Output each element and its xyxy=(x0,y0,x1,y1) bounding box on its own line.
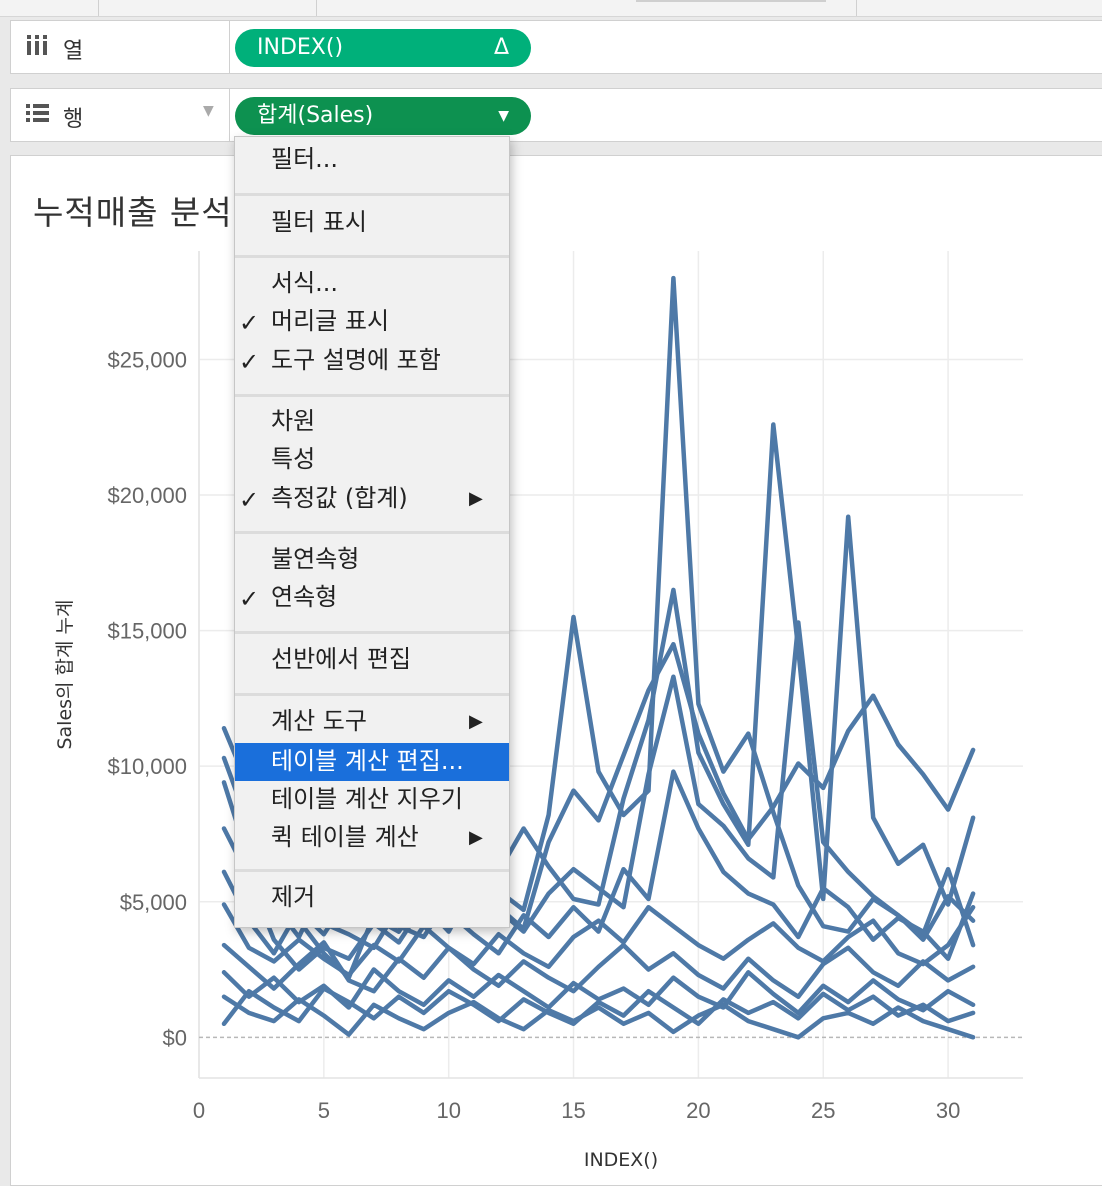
rows-shelf[interactable]: 행 ▼ 합계(Sales) ▼ xyxy=(10,88,1102,142)
x-tick-label: 25 xyxy=(811,1098,835,1123)
menu-item[interactable]: ✓ 머리글 표시 xyxy=(235,303,509,339)
toolbar-divider xyxy=(98,0,99,16)
menu-item-label: 측정값 (합계) xyxy=(271,484,408,512)
menu-item[interactable]: 테이블 계산 편집... xyxy=(235,743,509,781)
top-toolbar-strip xyxy=(0,0,1102,17)
x-axis-title: INDEX() xyxy=(584,1149,658,1171)
menu-item[interactable]: 불연속형 xyxy=(235,541,509,577)
checkmark-icon: ✓ xyxy=(239,486,260,514)
pill-dropdown-icon[interactable]: ▼ xyxy=(498,97,509,135)
menu-item[interactable]: 서식... xyxy=(235,265,509,301)
submenu-arrow-icon: ▶ xyxy=(469,827,483,848)
sum-sales-pill-label: 합계(Sales) xyxy=(257,103,374,128)
menu-item[interactable]: 테이블 계산 지우기 xyxy=(235,781,509,817)
menu-item[interactable]: 필터 표시 xyxy=(235,204,509,240)
checkmark-icon: ✓ xyxy=(239,585,260,613)
table-calc-delta-icon: Δ xyxy=(493,35,509,60)
menu-item-label: 특성 xyxy=(271,445,316,473)
menu-item[interactable]: 특성 xyxy=(235,441,509,477)
menu-item-label: 제거 xyxy=(271,883,316,911)
menu-item[interactable]: 차원 xyxy=(235,403,509,439)
menu-item-label: 계산 도구 xyxy=(271,707,367,735)
y-tick-label: $0 xyxy=(163,1025,187,1050)
menu-item-label: 필터... xyxy=(271,145,339,173)
menu-item[interactable]: 제거 xyxy=(235,879,509,915)
y-axis-title: Sales의 합계 누계 xyxy=(54,599,76,749)
menu-item-label: 필터 표시 xyxy=(271,208,367,236)
menu-separator xyxy=(235,631,509,634)
sum-sales-pill[interactable]: 합계(Sales) ▼ xyxy=(235,97,531,135)
checkmark-icon: ✓ xyxy=(239,309,260,337)
x-tick-label: 20 xyxy=(686,1098,710,1123)
y-tick-label: $10,000 xyxy=(107,754,187,779)
index-pill-label: INDEX() xyxy=(257,35,344,60)
menu-item-label: 테이블 계산 지우기 xyxy=(271,785,463,813)
rows-shelf-label-area: 행 ▼ xyxy=(11,89,230,141)
menu-item-label: 선반에서 편집 xyxy=(271,645,412,673)
columns-shelf-label: 열 xyxy=(63,39,84,64)
chevron-down-icon[interactable]: ▼ xyxy=(203,103,214,119)
x-tick-label: 0 xyxy=(193,1098,205,1123)
rows-list-icon xyxy=(25,101,51,129)
menu-item-label: 퀵 테이블 계산 xyxy=(271,823,419,851)
menu-separator xyxy=(235,193,509,196)
menu-item[interactable]: 퀵 테이블 계산 ▶ xyxy=(235,819,509,855)
menu-item[interactable]: ✓ 도구 설명에 포함 xyxy=(235,342,509,378)
menu-item[interactable]: 계산 도구 ▶ xyxy=(235,703,509,739)
toolbar-divider xyxy=(316,0,317,16)
x-tick-label: 15 xyxy=(561,1098,585,1123)
index-pill[interactable]: INDEX() Δ xyxy=(235,29,531,67)
columns-shelf-label-area: 열 xyxy=(11,21,230,73)
menu-item-label: 불연속형 xyxy=(271,545,360,573)
menu-item-label: 도구 설명에 포함 xyxy=(271,346,441,374)
toolbar-divider xyxy=(856,0,857,16)
menu-item-label: 테이블 계산 편집... xyxy=(271,747,464,775)
y-tick-label: $20,000 xyxy=(107,483,187,508)
submenu-arrow-icon: ▶ xyxy=(469,488,483,509)
menu-separator xyxy=(235,693,509,696)
menu-separator xyxy=(235,531,509,534)
x-tick-label: 30 xyxy=(936,1098,960,1123)
menu-item-label: 차원 xyxy=(271,407,316,435)
menu-separator xyxy=(235,869,509,872)
menu-item-label: 연속형 xyxy=(271,583,338,611)
checkmark-icon: ✓ xyxy=(239,348,260,376)
submenu-arrow-icon: ▶ xyxy=(469,711,483,732)
x-tick-label: 5 xyxy=(318,1098,330,1123)
menu-item-label: 서식... xyxy=(271,269,339,297)
menu-item[interactable]: 선반에서 편집 xyxy=(235,641,509,677)
rows-shelf-label: 행 xyxy=(63,107,84,132)
line-chart[interactable]: $0 $5,000 $10,000 $15,000 $20,000 $25,000 0 5 10… xyxy=(11,156,1101,1185)
menu-item-label: 머리글 표시 xyxy=(271,307,390,335)
menu-separator xyxy=(235,255,509,258)
menu-item[interactable]: ✓ 측정값 (합계) ▶ xyxy=(235,480,509,516)
toolbar-tab xyxy=(636,0,826,2)
y-tick-label: $5,000 xyxy=(120,890,187,915)
y-tick-label: $25,000 xyxy=(107,347,187,372)
y-tick-label: $15,000 xyxy=(107,619,187,644)
menu-item[interactable]: 필터... xyxy=(235,141,509,177)
worksheet-view: 누적매출 분석 $0 $5,000 $10,000 $15,000 $20,000 $25… xyxy=(10,155,1102,1186)
columns-shelf[interactable]: 열 INDEX() Δ xyxy=(10,20,1102,74)
columns-icon xyxy=(25,33,49,61)
menu-separator xyxy=(235,394,509,397)
menu-item[interactable]: ✓ 연속형 xyxy=(235,579,509,615)
pill-context-menu[interactable]: 필터... 필터 표시서식... ✓ 머리글 표시 ✓ 도구 설명에 포함차원특성 ✓ 측정값… xyxy=(234,136,510,928)
x-tick-label: 10 xyxy=(436,1098,460,1123)
